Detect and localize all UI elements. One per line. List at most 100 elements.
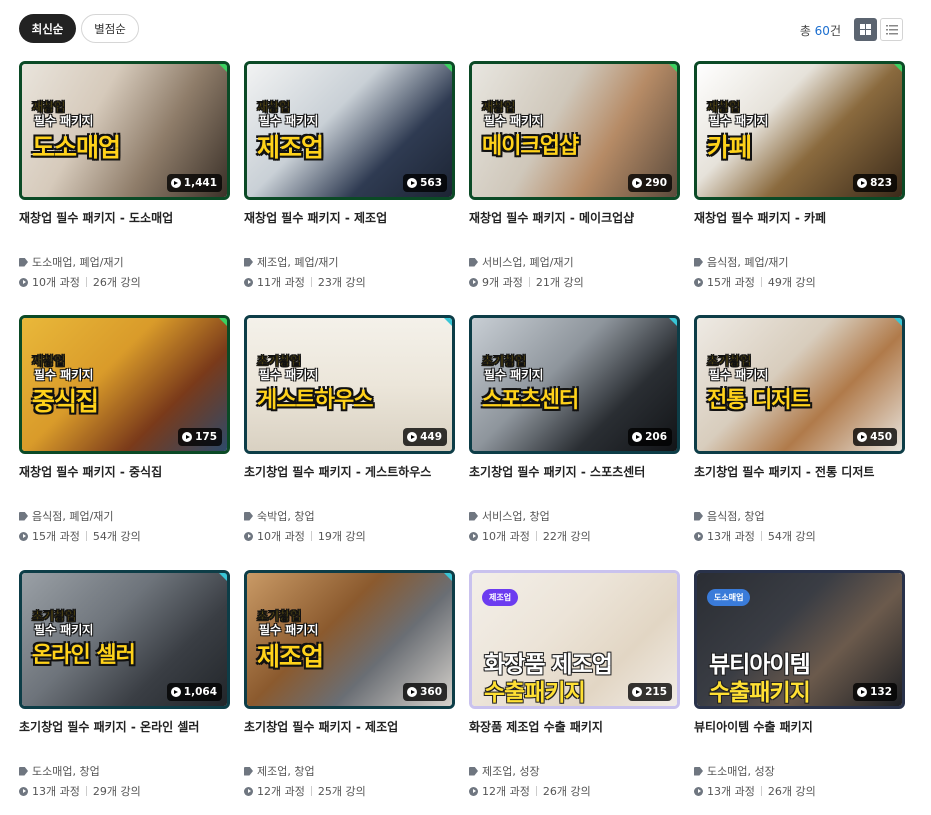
card-thumbnail[interactable]: 초기창업 필수 패키지 제조업 360 (244, 570, 455, 709)
play-circle-icon (694, 531, 703, 541)
view-count: 206 (645, 431, 667, 443)
card-thumbnail[interactable]: 초기창업 필수 패키지 스포츠센터 206 (469, 315, 680, 454)
lecture-count: 23개 강의 (317, 276, 366, 289)
category-pill: 제조업 (482, 589, 519, 606)
card-tags: 음식점, 창업 (694, 507, 905, 525)
card-thumbnail[interactable]: 제조업 화장품 제조업 수출패키지 215 (469, 570, 680, 709)
list-toolbar: 최신순 별점순 총 60건 (19, 14, 905, 44)
course-count: 12개 과정 (257, 785, 305, 798)
lecture-count: 54개 강의 (92, 530, 141, 543)
card-thumbnail[interactable]: 재창업 필수 패키지 중식집 175 (19, 315, 230, 454)
package-card[interactable]: 재창업 필수 패키지 제조업 563 재창업 필수 패키지 - 제조업 제조업,… (244, 61, 455, 291)
tags-text: 제조업, 창업 (257, 765, 315, 778)
tags-text: 음식점, 폐업/재기 (32, 510, 114, 523)
card-title[interactable]: 초기창업 필수 패키지 - 스포츠센터 (469, 463, 680, 507)
course-count: 10개 과정 (482, 530, 530, 543)
package-card[interactable]: 제조업 화장품 제조업 수출패키지 215 화장품 제조업 수출 패키지 제조업… (469, 570, 680, 800)
course-count: 10개 과정 (32, 276, 80, 289)
package-card[interactable]: 재창업 필수 패키지 카페 823 재창업 필수 패키지 - 카페 음식점, 폐… (694, 61, 905, 291)
card-title[interactable]: 초기창업 필수 패키지 - 전통 디저트 (694, 463, 905, 507)
tags-text: 음식점, 창업 (707, 510, 765, 523)
view-count: 132 (870, 686, 892, 698)
total-count: 총 60건 (800, 22, 841, 39)
lecture-count: 22개 강의 (542, 530, 591, 543)
sort-rating-button[interactable]: 별점순 (81, 14, 139, 43)
view-count-badge: 132 (853, 683, 897, 701)
lecture-count: 26개 강의 (92, 276, 141, 289)
thumb-headline: 중식집 (32, 387, 99, 416)
card-tags: 음식점, 폐업/재기 (19, 507, 230, 525)
package-card[interactable]: 재창업 필수 패키지 도소매업 1,441 재창업 필수 패키지 - 도소매업 … (19, 61, 230, 291)
package-card[interactable]: 도소매업 뷰티아이템 수출패키지 132 뷰티아이템 수출 패키지 도소매업, … (694, 570, 905, 800)
thumb-headline: 온라인 셀러 (32, 643, 136, 668)
card-title[interactable]: 화장품 제조업 수출 패키지 (469, 718, 680, 762)
tag-icon (469, 766, 478, 776)
play-circle-icon (19, 531, 28, 541)
view-count: 449 (420, 431, 442, 443)
card-stats: 11개 과정 23개 강의 (244, 273, 455, 291)
play-icon (407, 432, 418, 442)
tags-text: 도소매업, 성장 (707, 765, 775, 778)
card-thumbnail[interactable]: 재창업 필수 패키지 메이크업샵 290 (469, 61, 680, 200)
card-thumbnail[interactable]: 재창업 필수 패키지 카페 823 (694, 61, 905, 200)
card-stats: 10개 과정 26개 강의 (19, 273, 230, 291)
card-title[interactable]: 초기창업 필수 패키지 - 온라인 셀러 (19, 718, 230, 762)
card-title[interactable]: 재창업 필수 패키지 - 메이크업샵 (469, 209, 680, 253)
view-count-badge: 1,064 (166, 683, 222, 701)
card-stats: 9개 과정 21개 강의 (469, 273, 680, 291)
list-view-button[interactable] (880, 18, 903, 41)
card-thumbnail[interactable]: 재창업 필수 패키지 제조업 563 (244, 61, 455, 200)
thumb-line2: 필수 패키지 (34, 114, 94, 128)
card-tags: 제조업, 성장 (469, 762, 680, 780)
card-thumbnail[interactable]: 초기창업 필수 패키지 온라인 셀러 1,064 (19, 570, 230, 709)
card-title[interactable]: 재창업 필수 패키지 - 카페 (694, 209, 905, 253)
view-count-badge: 290 (628, 174, 672, 192)
lecture-count: 21개 강의 (535, 276, 584, 289)
card-tags: 음식점, 폐업/재기 (694, 253, 905, 271)
card-tags: 도소매업, 폐업/재기 (19, 253, 230, 271)
card-title[interactable]: 재창업 필수 패키지 - 도소매업 (19, 209, 230, 253)
grid-view-button[interactable] (854, 18, 877, 41)
tag-icon (244, 257, 253, 267)
card-thumbnail[interactable]: 초기창업 필수 패키지 전통 디저트 450 (694, 315, 905, 454)
play-icon (182, 432, 193, 442)
tag-icon (19, 766, 28, 776)
card-thumbnail[interactable]: 재창업 필수 패키지 도소매업 1,441 (19, 61, 230, 200)
course-count: 15개 과정 (707, 276, 755, 289)
play-icon (632, 432, 643, 442)
card-tags: 도소매업, 창업 (19, 762, 230, 780)
package-card[interactable]: 초기창업 필수 패키지 스포츠센터 206 초기창업 필수 패키지 - 스포츠센… (469, 315, 680, 545)
play-icon (857, 687, 868, 697)
package-card[interactable]: 재창업 필수 패키지 메이크업샵 290 재창업 필수 패키지 - 메이크업샵 … (469, 61, 680, 291)
tags-text: 서비스업, 창업 (482, 510, 550, 523)
package-card[interactable]: 재창업 필수 패키지 중식집 175 재창업 필수 패키지 - 중식집 음식점,… (19, 315, 230, 545)
lecture-count: 54개 강의 (767, 530, 816, 543)
category-pill: 도소매업 (707, 589, 751, 606)
card-title[interactable]: 초기창업 필수 패키지 - 게스트하우스 (244, 463, 455, 507)
card-title[interactable]: 재창업 필수 패키지 - 중식집 (19, 463, 230, 507)
thumb-line2: 필수 패키지 (709, 368, 769, 382)
grid-icon (860, 24, 871, 35)
thumb-headline: 카페 (707, 133, 752, 162)
package-card[interactable]: 초기창업 필수 패키지 제조업 360 초기창업 필수 패키지 - 제조업 제조… (244, 570, 455, 800)
course-count: 11개 과정 (257, 276, 305, 289)
thumb-headline: 제조업 (257, 133, 324, 162)
card-title[interactable]: 뷰티아이템 수출 패키지 (694, 718, 905, 762)
package-card[interactable]: 초기창업 필수 패키지 전통 디저트 450 초기창업 필수 패키지 - 전통 … (694, 315, 905, 545)
card-thumbnail[interactable]: 도소매업 뷰티아이템 수출패키지 132 (694, 570, 905, 709)
play-icon (407, 178, 418, 188)
card-thumbnail[interactable]: 초기창업 필수 패키지 게스트하우스 449 (244, 315, 455, 454)
thumb-line2: 필수 패키지 (259, 368, 319, 382)
package-card[interactable]: 초기창업 필수 패키지 게스트하우스 449 초기창업 필수 패키지 - 게스트… (244, 315, 455, 545)
tags-text: 제조업, 폐업/재기 (257, 256, 339, 269)
package-card[interactable]: 초기창업 필수 패키지 온라인 셀러 1,064 초기창업 필수 패키지 - 온… (19, 570, 230, 800)
card-title[interactable]: 초기창업 필수 패키지 - 제조업 (244, 718, 455, 762)
card-title[interactable]: 재창업 필수 패키지 - 제조업 (244, 209, 455, 253)
play-circle-icon (244, 531, 253, 541)
sort-latest-button[interactable]: 최신순 (19, 14, 76, 43)
thumb-line2: 필수 패키지 (34, 623, 94, 637)
card-tags: 제조업, 창업 (244, 762, 455, 780)
tags-text: 서비스업, 폐업/재기 (482, 256, 574, 269)
view-count: 290 (645, 177, 667, 189)
play-icon (170, 178, 181, 188)
